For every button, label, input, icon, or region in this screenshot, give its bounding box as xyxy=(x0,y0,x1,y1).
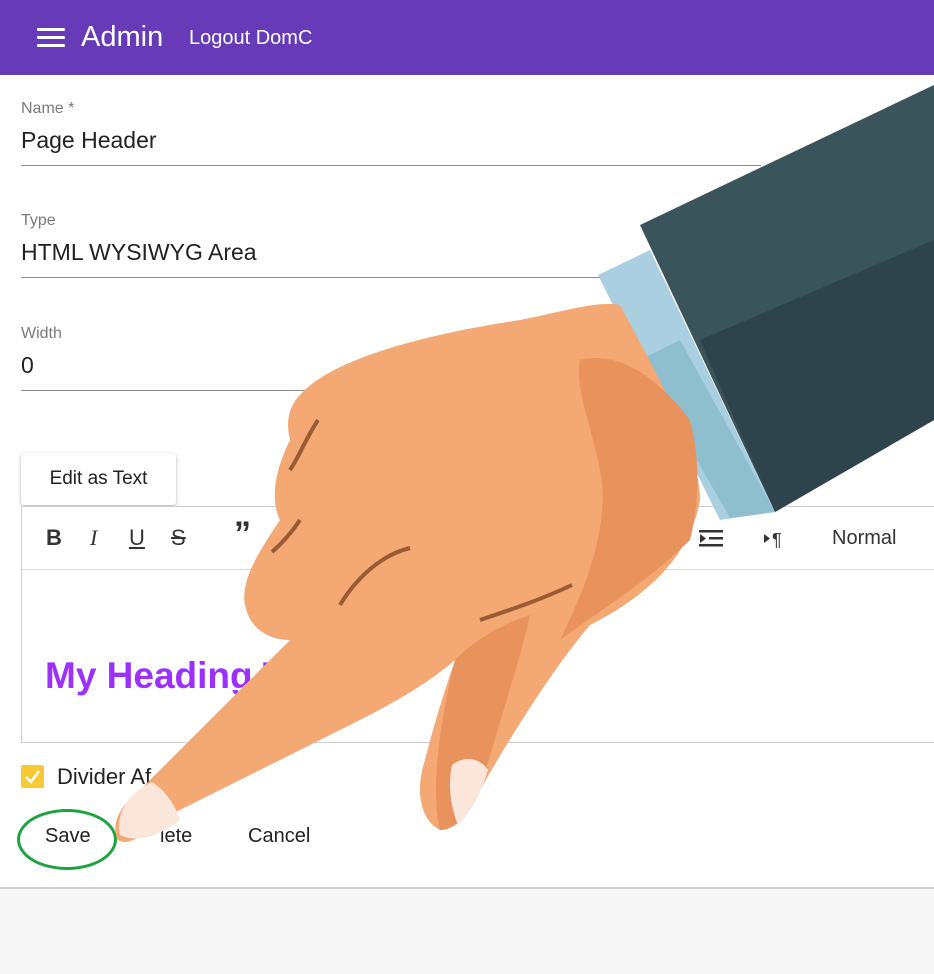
paragraph-direction-icon[interactable]: ¶ xyxy=(764,529,788,549)
svg-text:¶: ¶ xyxy=(772,530,782,549)
width-underline xyxy=(21,390,321,391)
app-bar: Admin Logout DomC xyxy=(0,0,934,75)
type-underline xyxy=(21,277,621,278)
checkmark-icon xyxy=(25,770,41,784)
cancel-button[interactable]: Cancel xyxy=(248,825,310,848)
underline-button[interactable]: U xyxy=(129,525,145,551)
name-input[interactable]: Page Header xyxy=(21,126,761,154)
name-field[interactable]: Name * Page Header xyxy=(21,99,761,166)
form-card: Name * Page Header Type HTML WYSIWYG Are… xyxy=(0,75,934,889)
divider-checkbox[interactable] xyxy=(21,765,44,788)
type-field[interactable]: Type HTML WYSIWYG Area xyxy=(21,211,621,278)
type-label: Type xyxy=(21,212,56,229)
divider-label: Divider Af xyxy=(57,764,152,789)
type-select[interactable]: HTML WYSIWYG Area xyxy=(21,238,621,266)
strikethrough-button[interactable]: S xyxy=(171,525,186,551)
name-underline xyxy=(21,165,761,166)
width-field[interactable]: Width 0 xyxy=(21,324,321,391)
indent-icon[interactable] xyxy=(699,529,723,549)
format-select[interactable]: Normal xyxy=(832,527,896,550)
editor-toolbar: B I U S ” ¶ Normal xyxy=(22,507,934,570)
blockquote-button[interactable]: ” xyxy=(234,517,251,551)
wysiwyg-editor[interactable]: B I U S ” ¶ Normal My Heading T xyxy=(21,506,934,743)
edit-as-text-button[interactable]: Edit as Text xyxy=(21,453,176,505)
app-title: Admin xyxy=(81,21,164,53)
delete-button[interactable]: lete xyxy=(160,825,192,848)
editor-heading-content[interactable]: My Heading T xyxy=(45,655,286,697)
hamburger-menu-icon[interactable] xyxy=(37,28,65,48)
outdent-icon[interactable] xyxy=(657,529,681,549)
italic-button[interactable]: I xyxy=(90,525,97,551)
name-label: Name * xyxy=(21,100,75,117)
bold-button[interactable]: B xyxy=(46,525,62,551)
width-input[interactable]: 0 xyxy=(21,351,321,379)
width-label: Width xyxy=(21,325,62,342)
logout-link[interactable]: Logout DomC xyxy=(189,26,312,50)
save-highlight-circle xyxy=(17,809,117,870)
